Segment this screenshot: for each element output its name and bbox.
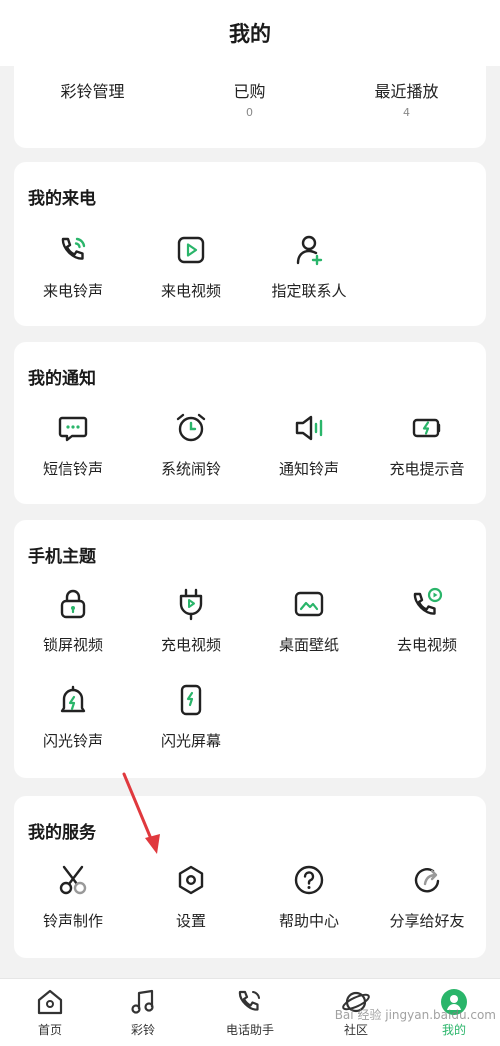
tab-label: 我的 — [441, 1023, 466, 1037]
item-share-friends[interactable]: 分享给好友 — [368, 862, 486, 942]
tab-label: 首页 — [37, 1023, 62, 1037]
item-charging-tone[interactable]: 充电提示音 — [368, 410, 486, 490]
item-label: 设置 — [175, 912, 206, 930]
item-incoming-ringtone[interactable]: 来电铃声 — [14, 232, 132, 312]
stat-label: 已购 — [233, 82, 266, 101]
item-label: 铃声制作 — [42, 912, 103, 930]
phone-flash-icon — [180, 684, 202, 716]
item-help-center[interactable]: 帮助中心 — [250, 862, 368, 942]
message-icon — [58, 416, 88, 442]
item-label: 闪光铃声 — [42, 732, 103, 750]
settings-hexagon-icon — [178, 865, 204, 895]
stat-label: 最近播放 — [374, 82, 439, 101]
stat-value: 0 — [246, 106, 253, 119]
item-label: 闪光屏幕 — [160, 732, 221, 750]
stat-purchased[interactable]: 已购 0 — [171, 78, 328, 119]
item-flash-ringtone[interactable]: 闪光铃声 — [14, 682, 132, 762]
scissors-icon — [59, 865, 87, 895]
tab-home[interactable]: 首页 — [0, 987, 100, 1038]
speaker-icon — [295, 415, 323, 441]
alarm-clock-icon — [176, 413, 206, 442]
home-icon — [37, 989, 63, 1015]
item-label: 充电提示音 — [389, 460, 465, 478]
item-label: 通知铃声 — [278, 460, 339, 478]
section-incoming-call: 我的来电 来电铃声 来电视频 指定联系人 — [14, 162, 486, 326]
item-lockscreen-video[interactable]: 锁屏视频 — [14, 586, 132, 666]
section-title: 我的服务 — [28, 823, 96, 843]
item-settings[interactable]: 设置 — [132, 862, 250, 942]
stat-ringtone-manage[interactable]: 彩铃管理 — [14, 78, 171, 106]
phone-wave-icon — [61, 237, 86, 260]
video-play-icon — [177, 236, 205, 264]
item-label: 锁屏视频 — [42, 636, 103, 654]
item-label: 来电铃声 — [42, 282, 103, 300]
help-icon — [294, 865, 324, 895]
lock-icon — [60, 589, 86, 619]
phone-play-icon — [413, 587, 443, 615]
item-desktop-wallpaper[interactable]: 桌面壁纸 — [250, 586, 368, 666]
phone-icon — [238, 990, 260, 1011]
item-label: 系统闹铃 — [160, 460, 221, 478]
stat-label: 彩铃管理 — [60, 82, 125, 101]
item-outgoing-video[interactable]: 去电视频 — [368, 586, 486, 666]
item-label: 指定联系人 — [271, 282, 347, 300]
item-designated-contact[interactable]: 指定联系人 — [250, 232, 368, 312]
image-icon — [294, 591, 324, 617]
item-incoming-video[interactable]: 来电视频 — [132, 232, 250, 312]
tab-ringback[interactable]: 彩铃 — [93, 987, 193, 1038]
section-phone-theme: 手机主题 锁屏视频 充电视频 桌面壁纸 去电视频 闪光铃声 闪光屏幕 — [14, 520, 486, 778]
item-label: 桌面壁纸 — [278, 636, 339, 654]
section-title: 我的来电 — [28, 189, 96, 209]
annotation-arrow — [122, 772, 160, 854]
tab-label: 电话助手 — [225, 1023, 274, 1037]
stat-recent-play[interactable]: 最近播放 4 — [328, 78, 485, 119]
item-sms-ringtone[interactable]: 短信铃声 — [14, 410, 132, 490]
item-label: 充电视频 — [160, 636, 221, 654]
watermark: Bai 经验 jingyan.baidu.com — [334, 1008, 496, 1022]
tab-label: 社区 — [343, 1023, 368, 1037]
tab-phone-assistant[interactable]: 电话助手 — [200, 987, 300, 1038]
item-label: 来电视频 — [160, 282, 221, 300]
page-title: 我的 — [229, 22, 271, 46]
music-note-icon — [131, 989, 154, 1014]
item-ringtone-maker[interactable]: 铃声制作 — [14, 862, 132, 942]
item-label: 帮助中心 — [278, 912, 339, 930]
bell-flash-icon — [60, 685, 86, 713]
section-notifications: 我的通知 短信铃声 系统闹铃 通知铃声 充电提示音 — [14, 342, 486, 504]
stats-card: 彩铃管理 已购 0 最近播放 4 — [14, 66, 486, 148]
stat-value: 4 — [403, 106, 410, 119]
item-flash-screen[interactable]: 闪光屏幕 — [132, 682, 250, 762]
section-title: 手机主题 — [28, 547, 96, 567]
section-title: 我的通知 — [28, 369, 96, 389]
item-label: 去电视频 — [396, 636, 457, 654]
item-notification-ringtone[interactable]: 通知铃声 — [250, 410, 368, 490]
share-icon — [414, 868, 440, 893]
item-label: 分享给好友 — [389, 912, 465, 930]
add-contact-icon — [296, 235, 323, 266]
item-label: 短信铃声 — [42, 460, 103, 478]
tab-label: 彩铃 — [130, 1023, 155, 1037]
section-my-services: 我的服务 铃声制作 设置 帮助中心 分享给好友 — [14, 796, 486, 958]
item-charging-video[interactable]: 充电视频 — [132, 586, 250, 666]
plug-icon — [179, 588, 203, 621]
page-header: 我的 — [0, 0, 500, 66]
item-system-alarm[interactable]: 系统闹铃 — [132, 410, 250, 490]
battery-charging-icon — [412, 418, 441, 438]
